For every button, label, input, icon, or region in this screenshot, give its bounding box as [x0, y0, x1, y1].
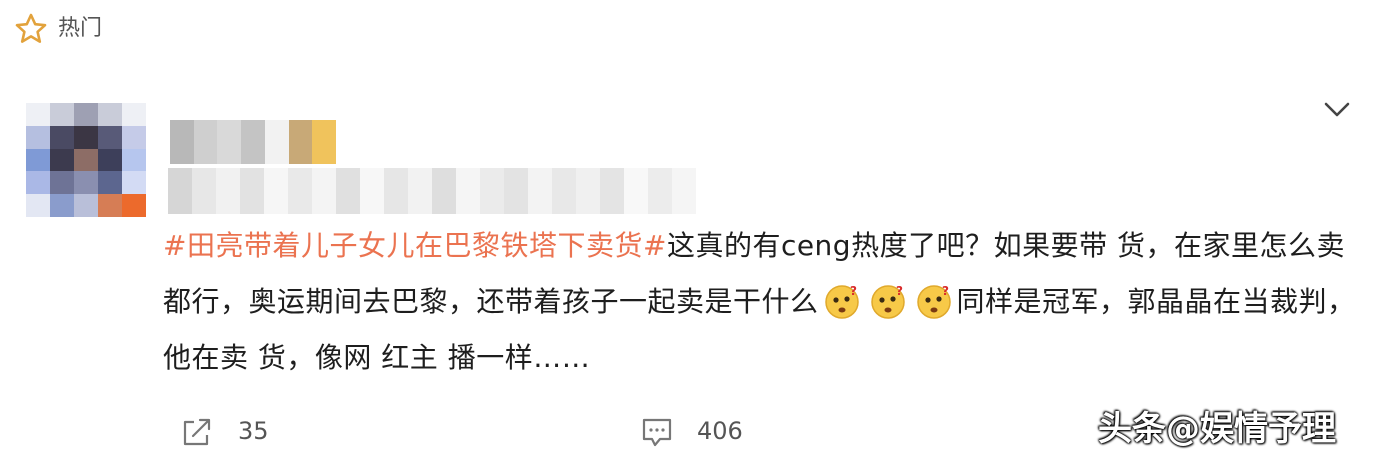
watermark: 头条@娱情予理: [1098, 409, 1336, 449]
svg-text:?: ?: [850, 284, 857, 298]
share-count: 35: [238, 417, 269, 445]
section-label-hot: 热门: [58, 16, 103, 41]
username[interactable]: [170, 120, 337, 164]
chevron-down-icon[interactable]: [1322, 96, 1352, 124]
star-outline-icon: [15, 13, 47, 43]
post-meta: [168, 168, 708, 214]
confused-emoji-icon: ?: [824, 284, 859, 319]
topic-link[interactable]: #田亮带着儿子女儿在巴黎铁塔下卖货#: [163, 229, 667, 262]
comment-icon[interactable]: [640, 415, 674, 449]
confused-emoji-icon: ?: [916, 284, 951, 319]
post-text: #田亮带着儿子女儿在巴黎铁塔下卖货#这真的有ceng热度了吧？如果要带 货，在家…: [163, 218, 1358, 386]
confused-emoji-icon: ?: [870, 284, 905, 319]
comment-count: 406: [697, 417, 743, 445]
svg-text:?: ?: [942, 284, 949, 298]
avatar[interactable]: [26, 103, 146, 217]
svg-text:?: ?: [896, 284, 903, 298]
share-icon[interactable]: [180, 415, 214, 449]
